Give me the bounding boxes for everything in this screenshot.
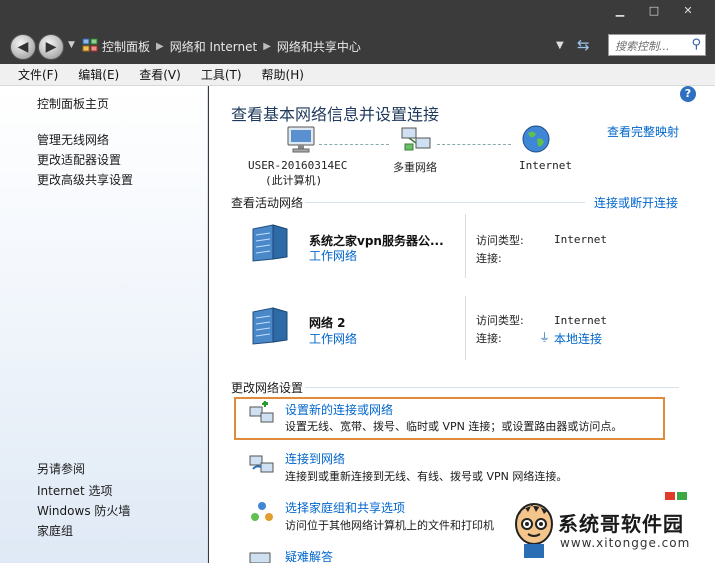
search-icon[interactable]: ⚲: [691, 37, 701, 52]
watermark: 系统哥软件园 www.xitongge.com: [510, 492, 715, 563]
map-connector-line: [319, 144, 389, 145]
sidebar-homegroup-link[interactable]: 家庭组: [37, 522, 73, 539]
network-2-connection-label: 连接:: [476, 332, 502, 345]
control-panel-icon: [82, 38, 98, 52]
page-title: 查看基本网络信息并设置连接: [231, 105, 440, 124]
network-2-type-link[interactable]: 工作网络: [309, 330, 357, 347]
breadcrumb-separator-icon[interactable]: ▶: [263, 41, 271, 52]
work-network-icon: [252, 307, 288, 345]
network-2-access-value: Internet: [554, 314, 607, 327]
section-divider: [305, 202, 585, 203]
internet-label: Internet: [519, 159, 572, 172]
change-settings-heading: 更改网络设置: [231, 381, 304, 395]
network-1-connection-label: 连接:: [476, 252, 502, 265]
minimize-button[interactable]: ▁: [603, 2, 637, 20]
network-1-type-link[interactable]: 工作网络: [309, 247, 357, 264]
breadcrumb-network-internet[interactable]: 网络和 Internet: [170, 38, 257, 55]
menu-help[interactable]: 帮助(H): [252, 66, 314, 83]
vertical-divider: [465, 296, 466, 360]
map-connector-line: [437, 144, 511, 145]
refresh-icon[interactable]: ⇆: [577, 36, 590, 54]
help-icon[interactable]: ?: [680, 86, 696, 102]
sidebar-home-link[interactable]: 控制面板主页: [37, 95, 109, 112]
work-network-icon: [252, 224, 288, 262]
network-2-access-label: 访问类型:: [476, 314, 524, 327]
main-content: ? 查看基本网络信息并设置连接 查看完整映射 USER-20160314EC (…: [209, 86, 715, 563]
title-bar: ▁ □ ✕: [0, 0, 715, 28]
menu-file[interactable]: 文件(F): [8, 66, 68, 83]
mascot-logo-icon: [515, 503, 553, 558]
back-button[interactable]: ◀: [10, 34, 36, 60]
troubleshoot-icon: [249, 552, 271, 563]
menu-bar: 文件(F) 编辑(E) 查看(V) 工具(T) 帮助(H): [0, 64, 715, 86]
search-input[interactable]: 搜索控制... ⚲: [608, 34, 706, 56]
globe-icon: [522, 125, 550, 153]
ethernet-icon: ⏚: [539, 331, 550, 344]
address-dropdown-icon[interactable]: ▼: [556, 40, 564, 51]
forward-button[interactable]: ▶: [38, 34, 64, 60]
troubleshoot-link[interactable]: 疑难解答: [285, 548, 333, 563]
logo-square-red-icon: [665, 492, 675, 500]
highlight-box: [234, 397, 665, 440]
homegroup-sharing-description: 访问位于其他网络计算机上的文件和打印机: [285, 519, 494, 532]
sidebar-adapter-settings-link[interactable]: 更改适配器设置: [37, 151, 121, 168]
connect-disconnect-link[interactable]: 连接或断开连接: [594, 194, 678, 211]
connect-network-icon: [249, 455, 274, 473]
network-1-access-label: 访问类型:: [476, 234, 524, 247]
sidebar-manage-wireless-link[interactable]: 管理无线网络: [37, 131, 109, 148]
watermark-title: 系统哥软件园: [558, 512, 684, 536]
sidebar-firewall-link[interactable]: Windows 防火墙: [37, 502, 130, 519]
computer-icon: [287, 126, 315, 153]
computer-name-label: USER-20160314EC: [248, 159, 348, 172]
search-placeholder: 搜索控制...: [615, 40, 670, 53]
sidebar-advanced-sharing-link[interactable]: 更改高级共享设置: [37, 171, 133, 188]
breadcrumb-control-panel[interactable]: 控制面板: [102, 38, 150, 55]
homegroup-icon: [251, 502, 273, 521]
watermark-url: www.xitongge.com: [560, 536, 691, 550]
multiple-networks-icon: [401, 127, 431, 151]
local-connection-link[interactable]: 本地连接: [554, 330, 602, 347]
network-1-access-value: Internet: [554, 233, 607, 246]
recent-pages-dropdown-icon[interactable]: ▼: [68, 40, 75, 50]
menu-tools[interactable]: 工具(T): [191, 66, 252, 83]
logo-square-green-icon: [677, 492, 687, 500]
connect-to-network-link[interactable]: 连接到网络: [285, 450, 345, 467]
breadcrumb-separator-icon[interactable]: ▶: [156, 41, 164, 52]
connect-to-network-description: 连接到或重新连接到无线、有线、拨号或 VPN 网络连接。: [285, 470, 568, 483]
sidebar: 控制面板主页 管理无线网络 更改适配器设置 更改高级共享设置 另请参阅 Inte…: [0, 86, 208, 563]
homegroup-sharing-link[interactable]: 选择家庭组和共享选项: [285, 499, 405, 516]
this-computer-label: (此计算机): [265, 174, 323, 187]
vertical-divider: [465, 214, 466, 278]
active-networks-heading: 查看活动网络: [231, 196, 304, 210]
menu-view[interactable]: 查看(V): [129, 66, 191, 83]
maximize-button[interactable]: □: [637, 2, 671, 20]
breadcrumb-network-sharing-center[interactable]: 网络和共享中心: [277, 38, 361, 55]
network-2-name: 网络 2: [309, 316, 346, 330]
menu-edit[interactable]: 编辑(E): [68, 66, 129, 83]
view-full-map-link[interactable]: 查看完整映射: [607, 123, 679, 140]
close-button[interactable]: ✕: [671, 2, 705, 20]
multiple-networks-label: 多重网络: [393, 161, 437, 174]
address-bar: ◀ ▶ ▼ 控制面板 ▶ 网络和 Internet ▶ 网络和共享中心 ▼ ⇆ …: [0, 28, 715, 64]
sidebar-internet-options-link[interactable]: Internet 选项: [37, 482, 112, 499]
breadcrumb: 控制面板 ▶ 网络和 Internet ▶ 网络和共享中心: [102, 38, 361, 55]
section-divider: [305, 387, 679, 388]
see-also-heading: 另请参阅: [37, 462, 86, 476]
